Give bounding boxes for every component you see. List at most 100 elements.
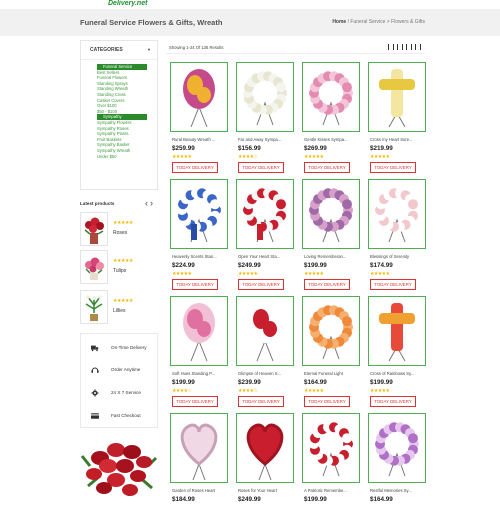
product-card[interactable]: Heavenly Scents Stan... $224.99 ★★★★★ TODAY… — [170, 179, 228, 293]
view-switcher — [388, 44, 421, 50]
product-card[interactable]: Soft Hues Standing P... $199.99 ★★★★☆ TODAY… — [170, 296, 228, 410]
product-image[interactable] — [170, 62, 228, 132]
product-name[interactable]: Soft Hues Standing P... — [172, 371, 228, 376]
product-image[interactable] — [170, 179, 228, 249]
today-delivery-button[interactable]: TODAY DELIVERY — [370, 162, 416, 173]
today-delivery-button[interactable]: TODAY DELIVERY — [238, 396, 284, 407]
feature-fast-checkout: Fast Checkout — [87, 410, 157, 422]
product-name[interactable]: Cross my Heart Sure... — [370, 137, 426, 142]
roses-thumbnail[interactable] — [80, 212, 108, 246]
site-logo[interactable]: Delivery.net — [108, 0, 147, 7]
feature-label: On-Time Delivery — [111, 345, 147, 350]
product-name[interactable]: Roses for Your Heart — [238, 488, 294, 493]
latest-item-name[interactable]: Lillies — [113, 308, 126, 314]
product-name[interactable]: Gentle Kisses Sympa... — [304, 137, 360, 142]
caret-down-icon[interactable]: ▼ — [147, 47, 151, 52]
gear-icon — [91, 389, 99, 397]
grid-view-icon[interactable] — [388, 44, 394, 50]
arrow-right-icon[interactable]: › — [150, 198, 155, 208]
product-image[interactable] — [368, 62, 426, 132]
product-image[interactable] — [236, 179, 294, 249]
product-name[interactable]: Glimpse of Heaven S... — [238, 371, 294, 376]
product-name[interactable]: Heavenly Scents Stan... — [172, 254, 228, 259]
feature-label: Fast Checkout — [111, 413, 141, 418]
product-card[interactable]: Rural Beauty Wreath ... $259.99 ★★★★★ TODAY… — [170, 62, 228, 176]
category-item[interactable]: Under $50 — [97, 154, 157, 160]
product-price: $174.99 — [370, 262, 393, 269]
product-image[interactable] — [368, 413, 426, 483]
latest-item-tulips[interactable]: ★★★★★ Tulips — [80, 250, 158, 286]
product-image[interactable] — [236, 413, 294, 483]
product-card[interactable]: Roses for Your Heart $249.99 — [236, 413, 294, 527]
product-price: $199.99 — [304, 262, 327, 269]
rating-stars: ★★★★★ — [113, 298, 133, 304]
headset-icon — [91, 367, 99, 373]
product-image[interactable] — [368, 296, 426, 366]
product-card[interactable]: A Patriotic Remembe... $199.99 — [302, 413, 360, 527]
product-card[interactable]: Cross of Rainbows Sy... $199.99 ★★★★★ TODAY… — [368, 296, 426, 410]
product-image[interactable] — [368, 179, 426, 249]
card-icon — [91, 413, 99, 419]
today-delivery-button[interactable]: TODAY DELIVERY — [238, 162, 284, 173]
latest-nav: ‹› — [145, 198, 155, 208]
today-delivery-button[interactable]: TODAY DELIVERY — [238, 279, 284, 290]
product-name[interactable]: Eternal Funeral Light — [304, 371, 360, 376]
product-name[interactable]: Loving Rememberan... — [304, 254, 360, 259]
product-image[interactable] — [302, 296, 360, 366]
tulips-thumbnail[interactable] — [80, 250, 108, 284]
product-name[interactable]: Garden of Roses Heart — [172, 488, 228, 493]
page-title-bar: Funeral Service Flowers & Gifts, Wreath … — [0, 9, 500, 36]
today-delivery-button[interactable]: TODAY DELIVERY — [370, 279, 416, 290]
product-image[interactable] — [302, 62, 360, 132]
rating-stars: ★★★★★ — [370, 271, 390, 277]
today-delivery-button[interactable]: TODAY DELIVERY — [172, 162, 218, 173]
product-name[interactable]: Far and Away Sympa... — [238, 137, 294, 142]
grid-view-icon[interactable] — [397, 44, 403, 50]
breadcrumb-home[interactable]: Home — [332, 19, 346, 25]
product-card[interactable]: Restful Memories Sy... $164.99 — [368, 413, 426, 527]
rating-stars: ★★★★☆ — [238, 154, 258, 160]
today-delivery-button[interactable]: TODAY DELIVERY — [304, 279, 350, 290]
product-name[interactable]: Cross of Rainbows Sy... — [370, 371, 426, 376]
product-name[interactable]: Rural Beauty Wreath ... — [172, 137, 228, 142]
product-name[interactable]: Open Your Heart Sta... — [238, 254, 294, 259]
product-price: $219.99 — [370, 145, 393, 152]
promo-roses-image[interactable] — [80, 436, 158, 500]
product-price: $156.99 — [238, 145, 261, 152]
today-delivery-button[interactable]: TODAY DELIVERY — [304, 396, 350, 407]
product-image[interactable] — [236, 296, 294, 366]
categories-header[interactable]: CATEGORIES ▼ — [81, 41, 157, 60]
latest-item-name[interactable]: Roses — [113, 230, 127, 236]
rating-stars: ★★★★★ — [304, 271, 324, 277]
product-card[interactable]: Blessings of Serenity $174.99 ★★★★★ TODAY D… — [368, 179, 426, 293]
latest-item-lillies[interactable]: ★★★★★ Lillies — [80, 290, 158, 326]
product-name[interactable]: Restful Memories Sy... — [370, 488, 426, 493]
product-name[interactable]: Blessings of Serenity — [370, 254, 426, 259]
latest-item-roses[interactable]: ★★★★★ Roses — [80, 212, 158, 248]
list-view-icon[interactable] — [415, 44, 421, 50]
product-card[interactable]: Gentle Kisses Sympa... $269.99 ★★★★★ TODAY … — [302, 62, 360, 176]
product-image[interactable] — [170, 413, 228, 483]
today-delivery-button[interactable]: TODAY DELIVERY — [370, 396, 416, 407]
product-card[interactable]: Garden of Roses Heart $184.99 — [170, 413, 228, 527]
product-card[interactable]: Glimpse of Heaven S... $239.99 ★★★★☆ TODAY … — [236, 296, 294, 410]
breadcrumb: Home / Funeral Service > Flowers & Gifts — [332, 19, 425, 25]
product-image[interactable] — [302, 413, 360, 483]
product-name[interactable]: A Patriotic Remembe... — [304, 488, 360, 493]
today-delivery-button[interactable]: TODAY DELIVERY — [304, 162, 350, 173]
product-card[interactable]: Far and Away Sympa... $156.99 ★★★★☆ TODAY D… — [236, 62, 294, 176]
product-price: $199.99 — [370, 379, 393, 386]
today-delivery-button[interactable]: TODAY DELIVERY — [172, 396, 218, 407]
product-card[interactable]: Loving Rememberan... $199.99 ★★★★★ TODAY DE… — [302, 179, 360, 293]
product-image[interactable] — [236, 62, 294, 132]
grid-view-icon[interactable] — [406, 44, 412, 50]
product-image[interactable] — [302, 179, 360, 249]
lillies-thumbnail[interactable] — [80, 290, 108, 324]
today-delivery-button[interactable]: TODAY DELIVERY — [172, 279, 218, 290]
product-image[interactable] — [170, 296, 228, 366]
rating-stars: ★★★★★ — [304, 388, 324, 394]
product-card[interactable]: Cross my Heart Sure... $219.99 ★★★★★ TODAY … — [368, 62, 426, 176]
latest-item-name[interactable]: Tulips — [113, 268, 126, 274]
product-card[interactable]: Eternal Funeral Light $164.99 ★★★★★ TODAY D… — [302, 296, 360, 410]
product-card[interactable]: Open Your Heart Sta... $249.99 ★★★★★ TODAY … — [236, 179, 294, 293]
